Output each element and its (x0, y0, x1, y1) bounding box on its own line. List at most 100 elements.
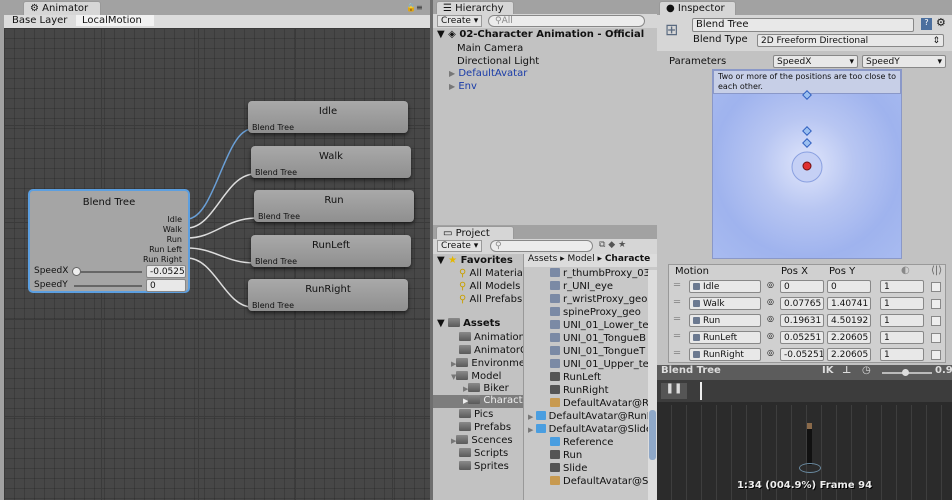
favorite-item[interactable]: ⚲ All Prefabs (459, 294, 522, 305)
gear-icon[interactable]: ⚙ (936, 16, 946, 29)
pause-button[interactable]: ❚❚ (661, 383, 687, 399)
folder-item[interactable]: Pics (459, 409, 493, 420)
file-item[interactable]: RunRight (550, 385, 609, 396)
folder-item-selected[interactable]: ▶Characte (433, 395, 523, 408)
filter-icons[interactable]: ⧉ ◆ ★ (599, 240, 626, 250)
pos-y-field[interactable]: 4.50192 (827, 314, 871, 327)
hierarchy-item[interactable]: ▶ Env (449, 81, 477, 92)
motion-picker-icon[interactable]: ◎ (767, 331, 774, 340)
file-item[interactable]: UNI_01_TongueB (550, 333, 646, 344)
pos-x-field[interactable]: 0.05251 (780, 331, 824, 344)
speedy-field[interactable]: 0 (146, 279, 186, 292)
file-item[interactable]: RunLeft (550, 372, 601, 383)
folder-item[interactable]: Sprites (459, 461, 509, 472)
drag-handle-icon[interactable]: ═ (674, 348, 680, 359)
drag-handle-icon[interactable]: ═ (674, 297, 680, 308)
mirror-checkbox[interactable] (931, 350, 941, 360)
project-search-input[interactable]: ⚲ (490, 240, 593, 252)
favorites-header[interactable]: ▼ ★ Favorites (437, 255, 513, 266)
pos-x-field[interactable]: 0.07765 (780, 297, 824, 310)
folder-item[interactable]: Prefabs (459, 422, 511, 433)
file-item[interactable]: spineProxy_geo (550, 307, 641, 318)
file-item[interactable]: ▶ DefaultAvatar@RunR (528, 411, 654, 422)
file-item[interactable]: ▶ DefaultAvatar@Slide (528, 424, 652, 435)
speed-slider[interactable] (882, 372, 932, 374)
motion-picker-icon[interactable]: ◎ (767, 297, 774, 306)
pivot-icon[interactable]: ⊥ (842, 365, 851, 376)
motion-picker-icon[interactable]: ◎ (767, 280, 774, 289)
help-icon[interactable]: ? (921, 18, 932, 30)
speedy-slider[interactable] (74, 285, 142, 287)
folder-item[interactable]: ▶Environme (451, 358, 525, 369)
pos-y-field[interactable]: 1.40741 (827, 297, 871, 310)
scene-header[interactable]: ▼ ◈ 02-Character Animation - Official (437, 29, 644, 40)
speedx-field[interactable]: -0.0525 (146, 265, 186, 278)
file-item[interactable]: UNI_01_Upper_te (550, 359, 649, 370)
drag-handle-icon[interactable]: ═ (674, 331, 680, 342)
create-button[interactable]: Create ▾ (437, 240, 482, 252)
speed-field[interactable]: 1 (880, 348, 924, 361)
assets-header[interactable]: ▼ Assets (437, 318, 500, 329)
motion-field[interactable]: Run (689, 314, 761, 327)
pos-y-field[interactable]: 2.20605 (827, 348, 871, 361)
file-item[interactable]: DefaultAvatar@Ru (550, 398, 655, 409)
favorite-item[interactable]: ⚲ All Models (459, 281, 520, 292)
file-item[interactable]: UNI_01_Lower_te (550, 320, 649, 331)
param-x-dropdown[interactable]: SpeedX▾ (773, 55, 858, 68)
pos-x-field[interactable]: 0.19631 (780, 314, 824, 327)
file-item[interactable]: DefaultAvatar@Sl (550, 476, 651, 487)
param-y-dropdown[interactable]: SpeedY▾ (862, 55, 946, 68)
speed-field[interactable]: 1 (880, 314, 924, 327)
motion-picker-icon[interactable]: ◎ (767, 314, 774, 323)
state-runleft[interactable]: RunLeftBlend Tree (251, 235, 411, 267)
scrollbar[interactable] (648, 270, 657, 500)
blend-type-dropdown[interactable]: 2D Freeform Directional⇕ (757, 34, 944, 47)
state-runright[interactable]: RunRightBlend Tree (248, 279, 408, 311)
hierarchy-item[interactable]: ▶ DefaultAvatar (449, 68, 527, 79)
drag-handle-icon[interactable]: ═ (674, 314, 680, 325)
folder-item[interactable]: ▶Scences (451, 435, 513, 446)
mirror-checkbox[interactable] (931, 299, 941, 309)
state-walk[interactable]: WalkBlend Tree (251, 146, 411, 178)
mirror-checkbox[interactable] (931, 333, 941, 343)
file-item[interactable]: r_wristProxy_geo (550, 294, 647, 305)
favorite-item[interactable]: ⚲ All Materia (459, 268, 523, 279)
motion-picker-icon[interactable]: ◎ (767, 348, 774, 357)
folder-item[interactable]: ▶Biker (463, 383, 509, 394)
blend-tree-node[interactable]: Blend Tree Idle Walk Run Run Left Run Ri… (28, 189, 190, 293)
mirror-checkbox[interactable] (931, 282, 941, 292)
timeline[interactable]: ❚❚ (657, 380, 952, 402)
slider-thumb[interactable] (72, 267, 81, 276)
preview-viewport[interactable]: 1:34 (004.9%) Frame 94 (657, 405, 952, 500)
file-item[interactable]: Reference (550, 437, 613, 448)
file-item[interactable]: UNI_01_TongueT (550, 346, 645, 357)
folder-item[interactable]: ▼Model (451, 371, 501, 382)
hierarchy-item[interactable]: Directional Light (457, 56, 539, 67)
pos-y-field[interactable]: 0 (827, 280, 871, 293)
folder-item[interactable]: Animations (459, 332, 530, 343)
folder-item[interactable]: AnimatorC (459, 345, 527, 356)
playhead[interactable] (700, 382, 702, 400)
state-idle[interactable]: IdleBlend Tree (248, 101, 408, 133)
speed-field[interactable]: 1 (880, 280, 924, 293)
state-run[interactable]: RunBlend Tree (254, 190, 414, 222)
speedx-slider[interactable] (74, 271, 142, 273)
name-field[interactable]: Blend Tree (692, 18, 914, 32)
drag-handle-icon[interactable]: ═ (674, 280, 680, 291)
speed-field[interactable]: 1 (880, 297, 924, 310)
mirror-checkbox[interactable] (931, 316, 941, 326)
blend-graph[interactable]: Two or more of the positions are too clo… (712, 69, 902, 259)
tab-inspector[interactable]: ● Inspector (659, 1, 736, 16)
speed-field[interactable]: 1 (880, 331, 924, 344)
file-item[interactable]: r_thumbProxy_03 (550, 268, 650, 279)
ik-toggle[interactable]: IK (822, 365, 833, 376)
pos-x-field[interactable]: -0.05251 (780, 348, 824, 361)
motion-field[interactable]: RunRight (689, 348, 761, 361)
hierarchy-item[interactable]: Main Camera (457, 43, 523, 54)
create-button[interactable]: Create ▾ (437, 15, 482, 27)
file-item[interactable]: Slide (550, 463, 587, 474)
motion-field[interactable]: Walk (689, 297, 761, 310)
motion-field[interactable]: Idle (689, 280, 761, 293)
file-item[interactable]: Run (550, 450, 582, 461)
file-item[interactable]: r_UNI_eye (550, 281, 613, 292)
